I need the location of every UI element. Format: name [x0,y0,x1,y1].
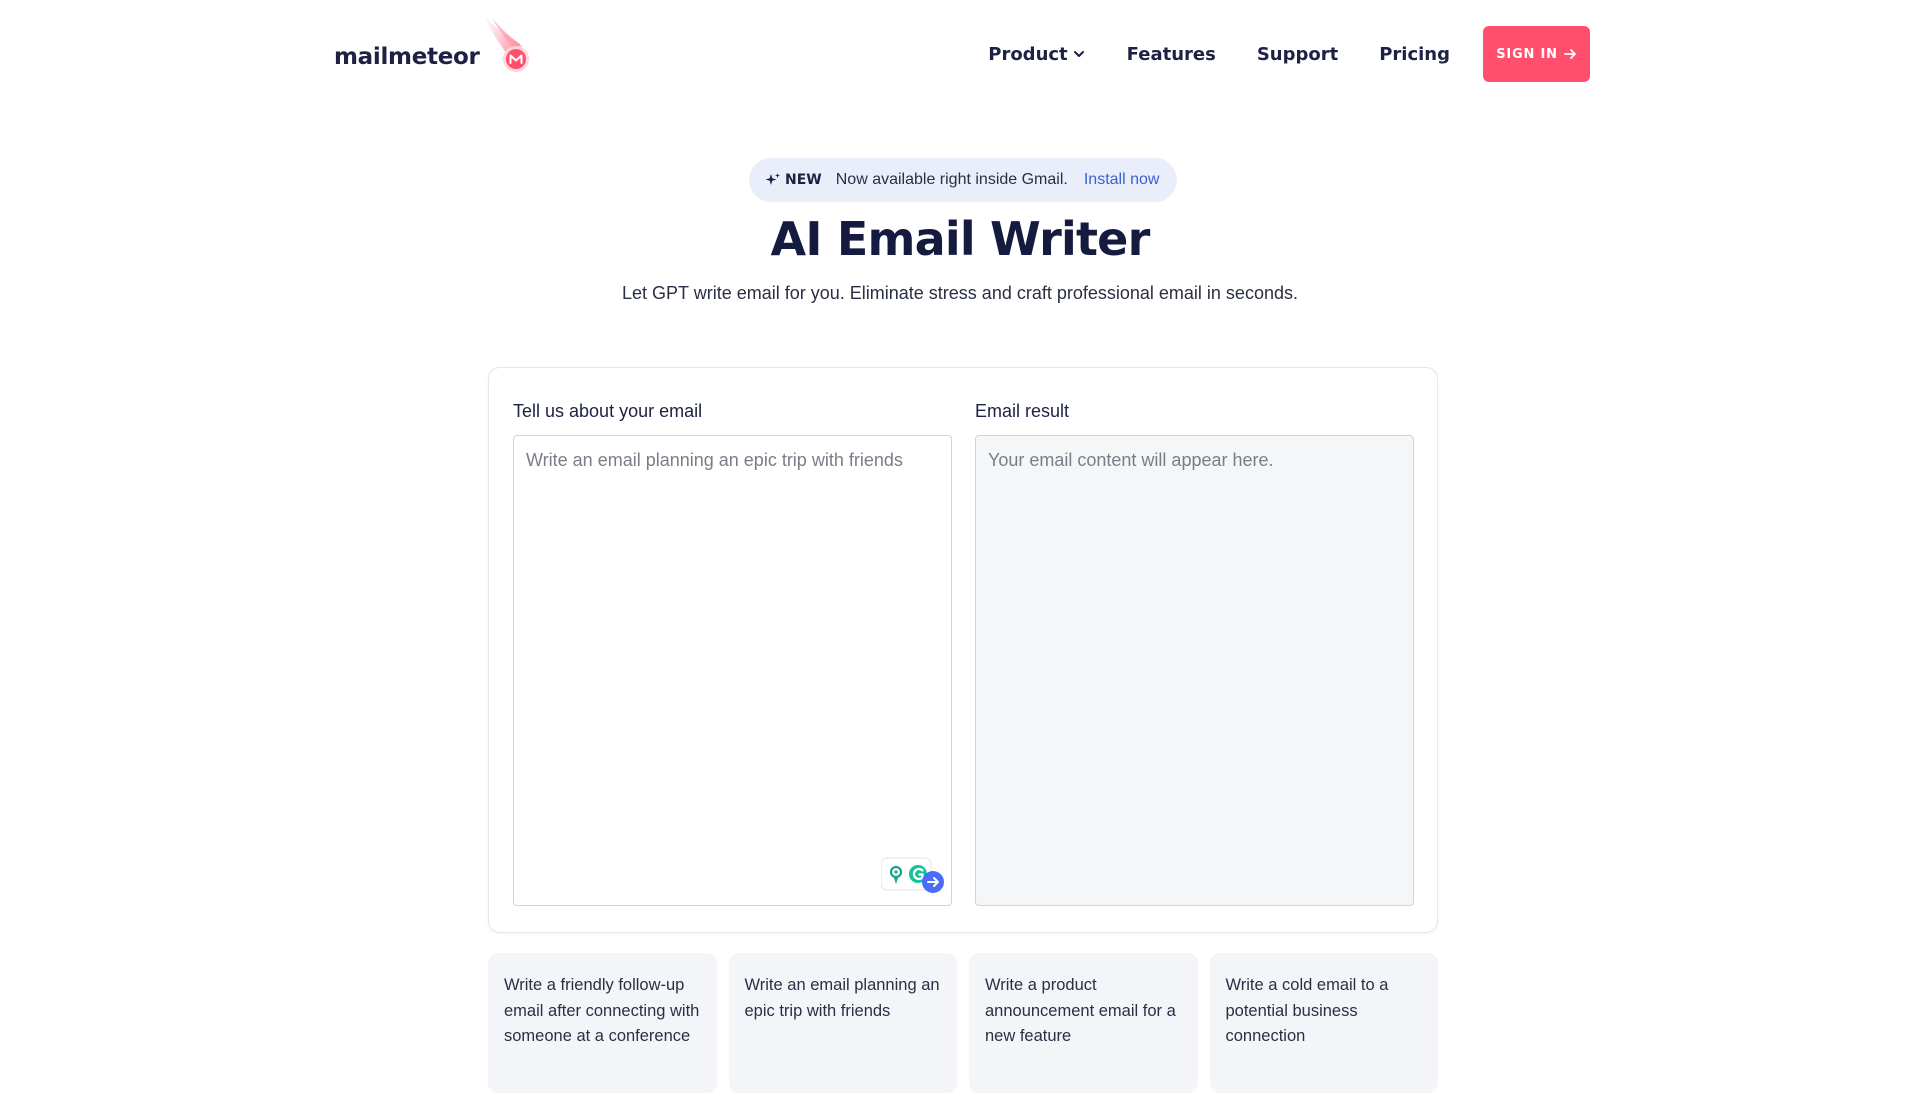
email-prompt-input[interactable] [513,435,952,906]
arrow-right-icon [1563,49,1576,59]
prompt-label: Tell us about your email [513,401,703,421]
main-nav: Product Features Support Pricing SIGN IN [988,26,1590,82]
suggestion-card[interactable]: Write a product announcement email for a… [969,953,1198,1093]
page-title: AI Email Writer [770,212,1151,266]
nav-item-features[interactable]: Features [1127,44,1216,65]
meteor-logo-icon [483,16,529,72]
new-badge: NEW [785,172,822,188]
sign-in-label: SIGN IN [1496,46,1558,62]
nav-item-support[interactable]: Support [1257,44,1338,65]
sparkle-icon [765,173,780,185]
chevron-down-icon [1073,51,1084,57]
writing-assistant-icon[interactable] [881,856,945,896]
suggestion-card[interactable]: Write a friendly follow-up email after c… [488,953,717,1093]
site-header: mailmeteor Product Features Support Pric… [0,0,1920,108]
announcement-banner: NEW Now available right inside Gmail. In… [749,158,1177,202]
page-subtitle: Let GPT write email for you. Eliminate s… [622,283,1298,303]
nav-item-product[interactable]: Product [988,44,1085,65]
nav-item-label: Support [1256,43,1339,65]
nav-item-label: Features [1126,43,1216,65]
suggestion-card[interactable]: Write a cold email to a potential busine… [1209,953,1438,1093]
suggestion-card[interactable]: Write an email planning an epic trip wit… [728,953,957,1093]
announcement-text: Now available right inside Gmail. [835,171,1068,188]
email-writer-card: Tell us about your email Email result Yo… [488,367,1438,933]
mailmeteor-logo[interactable]: mailmeteor [334,16,536,76]
email-result-output[interactable]: Your email content will appear here. [975,435,1414,906]
nav-item-pricing[interactable]: Pricing [1379,44,1450,65]
install-now-link[interactable]: Install now [1084,171,1160,189]
logo-wordmark: mailmeteor [334,44,480,70]
nav-item-label: Product [988,43,1068,65]
sign-in-button[interactable]: SIGN IN [1483,26,1590,82]
suggestion-list: Write a friendly follow-up email after c… [488,953,1438,1093]
result-placeholder: Your email content will appear here. [988,450,1274,470]
nav-item-label: Pricing [1379,43,1450,65]
result-label: Email result [975,401,1070,421]
